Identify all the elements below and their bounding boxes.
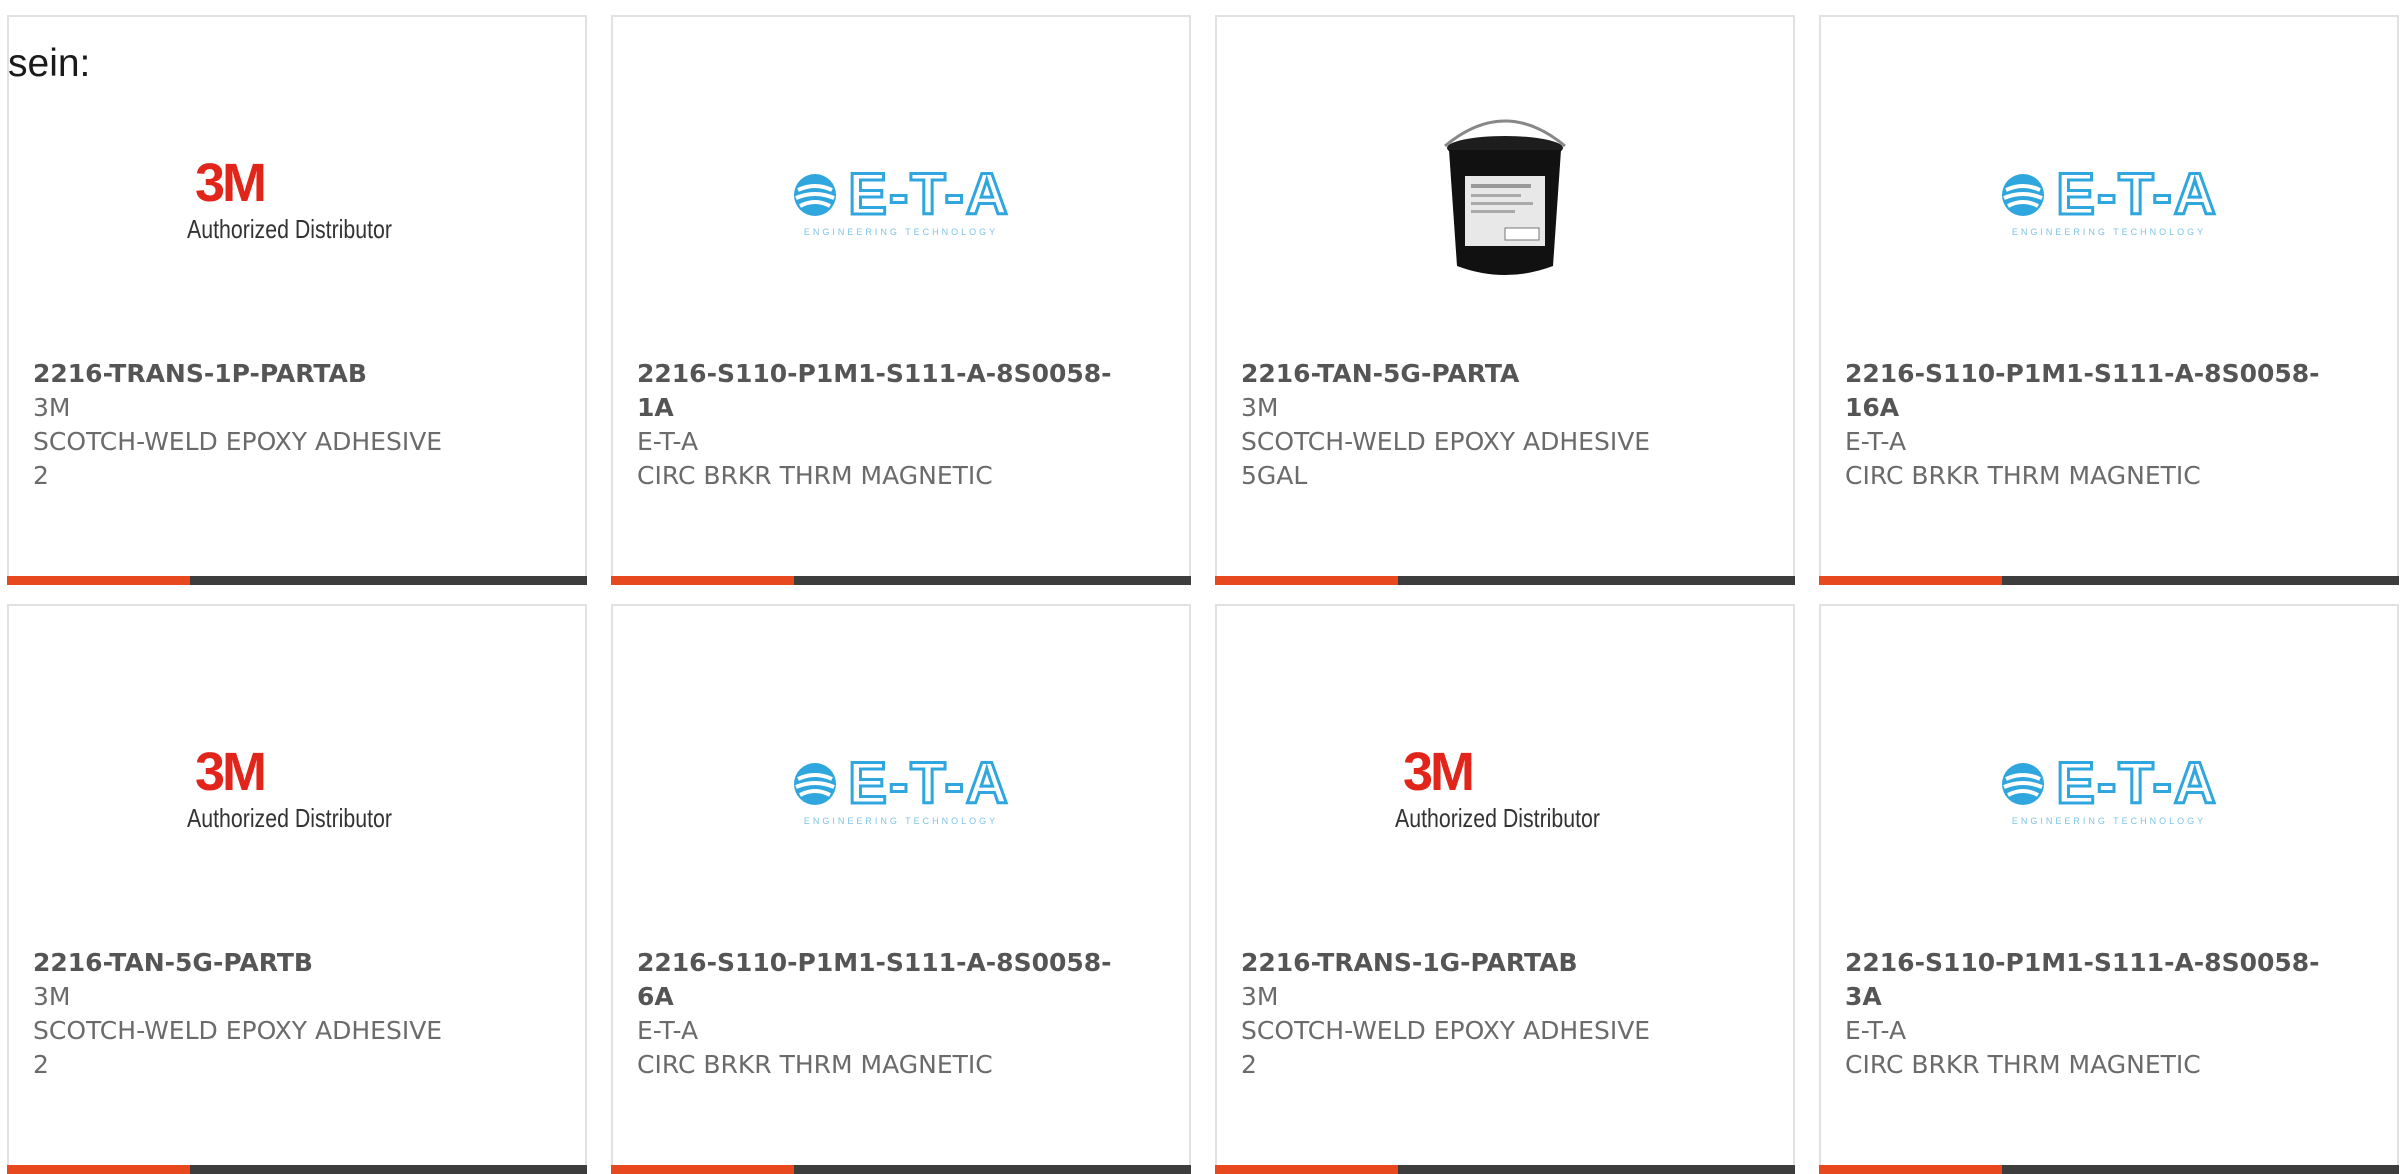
product-image[interactable]: [1217, 101, 1793, 301]
product-description: CIRC BRKR THRM MAGNETIC: [1845, 1050, 2201, 1079]
card-footer-bar: [611, 576, 1191, 585]
part-number[interactable]: 2216-TRANS-1P-PARTAB: [33, 357, 525, 391]
product-description: CIRC BRKR THRM MAGNETIC: [637, 1050, 993, 1079]
card-footer-bar: [7, 576, 587, 585]
eta-logo: E-T-A ENGINEERING TECHNOLOGY: [792, 162, 1010, 237]
product-detail: 5GAL: [1241, 461, 1308, 490]
product-detail: 2: [33, 1050, 49, 1079]
globe-icon: [2002, 763, 2045, 805]
manufacturer: E-T-A: [1845, 427, 1907, 456]
card-footer-accent: [611, 576, 794, 585]
part-number[interactable]: 2216-S110-P1M1-S111-A-8S0058-16A: [1845, 357, 2337, 425]
eta-logo-tagline: ENGINEERING TECHNOLOGY: [2011, 816, 2207, 826]
product-image[interactable]: E-T-A ENGINEERING TECHNOLOGY: [613, 690, 1189, 890]
product-description: SCOTCH-WELD EPOXY ADHESIVE: [33, 1016, 443, 1045]
product-description: CIRC BRKR THRM MAGNETIC: [637, 461, 993, 490]
product-card[interactable]: 2216-TAN-5G-PARTA 3M SCOTCH-WELD EPOXY ADH…: [1215, 15, 1795, 585]
product-image[interactable]: 3M Authorized Distributor: [9, 690, 585, 890]
3m-logo-mark: 3M: [195, 152, 267, 213]
product-info: 2216-S110-P1M1-S111-A-8S0058-3A E-T-A CIRC…: [1845, 946, 2337, 1082]
card-footer-accent: [7, 1165, 190, 1174]
card-footer-accent: [1819, 576, 2002, 585]
manufacturer: 3M: [33, 393, 71, 422]
3m-logo-subtitle: Authorized Distributor: [1395, 802, 1600, 833]
manufacturer: E-T-A: [1845, 1016, 1907, 1045]
product-card[interactable]: E-T-A ENGINEERING TECHNOLOGY 2216-S110-P1M…: [611, 604, 1191, 1174]
card-footer-accent: [1215, 576, 1398, 585]
product-card[interactable]: E-T-A ENGINEERING TECHNOLOGY 2216-S110-P1M…: [1819, 15, 2399, 585]
product-description: SCOTCH-WELD EPOXY ADHESIVE: [33, 427, 443, 456]
product-card[interactable]: 3M Authorized Distributor 2216-TAN-5G-PART…: [7, 604, 587, 1174]
card-footer-accent: [611, 1165, 794, 1174]
part-number[interactable]: 2216-TAN-5G-PARTB: [33, 946, 525, 980]
eta-logo-tagline: ENGINEERING TECHNOLOGY: [803, 227, 999, 237]
card-footer-bar: [7, 1165, 587, 1174]
part-number[interactable]: 2216-S110-P1M1-S111-A-8S0058-1A: [637, 357, 1129, 425]
card-footer-accent: [7, 576, 190, 585]
product-description: SCOTCH-WELD EPOXY ADHESIVE: [1241, 427, 1651, 456]
part-number[interactable]: 2216-S110-P1M1-S111-A-8S0058-3A: [1845, 946, 2337, 1014]
product-detail: 2: [1241, 1050, 1257, 1079]
eta-logo-tagline: ENGINEERING TECHNOLOGY: [803, 816, 999, 826]
product-card[interactable]: 3M Authorized Distributor 2216-TRANS-1G-PA…: [1215, 604, 1795, 1174]
product-card[interactable]: E-T-A ENGINEERING TECHNOLOGY 2216-S110-P1M…: [611, 15, 1191, 585]
card-footer-bar: [1819, 576, 2399, 585]
globe-icon: [2002, 174, 2045, 216]
eta-logo: E-T-A ENGINEERING TECHNOLOGY: [792, 751, 1010, 826]
product-info: 2216-S110-P1M1-S111-A-8S0058-6A E-T-A CIRC…: [637, 946, 1129, 1082]
product-image[interactable]: E-T-A ENGINEERING TECHNOLOGY: [1821, 101, 2397, 301]
eta-logo-wordmark: E-T-A: [2055, 751, 2218, 816]
part-number[interactable]: 2216-TAN-5G-PARTA: [1241, 357, 1733, 391]
eta-logo: E-T-A ENGINEERING TECHNOLOGY: [2000, 162, 2218, 237]
product-info: 2216-TAN-5G-PARTA 3M SCOTCH-WELD EPOXY ADH…: [1241, 357, 1733, 493]
globe-icon: [794, 174, 837, 216]
manufacturer: E-T-A: [637, 427, 699, 456]
product-description: SCOTCH-WELD EPOXY ADHESIVE: [1241, 1016, 1651, 1045]
card-footer-bar: [1215, 576, 1795, 585]
product-detail: 2: [33, 461, 49, 490]
3m-logo-subtitle: Authorized Distributor: [187, 802, 392, 833]
3m-logo-subtitle: Authorized Distributor: [187, 213, 392, 244]
card-footer-bar: [1215, 1165, 1795, 1174]
part-number[interactable]: 2216-S110-P1M1-S111-A-8S0058-6A: [637, 946, 1129, 1014]
card-footer-accent: [1819, 1165, 2002, 1174]
eta-logo-tagline: ENGINEERING TECHNOLOGY: [2011, 227, 2207, 237]
product-image[interactable]: 3M Authorized Distributor: [1217, 690, 1793, 890]
3m-logo-mark: 3M: [195, 741, 267, 802]
3m-logo: 3M Authorized Distributor: [1395, 741, 1615, 834]
product-image[interactable]: 3M Authorized Distributor: [9, 101, 585, 301]
globe-icon: [794, 763, 837, 805]
epoxy-bucket-image: [1444, 119, 1566, 275]
eta-logo: E-T-A ENGINEERING TECHNOLOGY: [2000, 751, 2218, 826]
product-image[interactable]: E-T-A ENGINEERING TECHNOLOGY: [1821, 690, 2397, 890]
3m-logo: 3M Authorized Distributor: [187, 741, 407, 834]
product-info: 2216-S110-P1M1-S111-A-8S0058-1A E-T-A CIRC…: [637, 357, 1129, 493]
manufacturer: E-T-A: [637, 1016, 699, 1045]
manufacturer: 3M: [1241, 393, 1279, 422]
card-footer-accent: [1215, 1165, 1398, 1174]
eta-logo-wordmark: E-T-A: [847, 751, 1010, 816]
product-card[interactable]: E-T-A ENGINEERING TECHNOLOGY 2216-S110-P1M…: [1819, 604, 2399, 1174]
product-info: 2216-TAN-5G-PARTB 3M SCOTCH-WELD EPOXY ADH…: [33, 946, 525, 1082]
manufacturer: 3M: [1241, 982, 1279, 1011]
part-number[interactable]: 2216-TRANS-1G-PARTAB: [1241, 946, 1733, 980]
product-info: 2216-TRANS-1G-PARTAB 3M SCOTCH-WELD EPOXY …: [1241, 946, 1733, 1082]
product-info: 2216-TRANS-1P-PARTAB 3M SCOTCH-WELD EPOXY …: [33, 357, 525, 493]
product-description: CIRC BRKR THRM MAGNETIC: [1845, 461, 2201, 490]
card-footer-bar: [1819, 1165, 2399, 1174]
3m-logo-mark: 3M: [1403, 741, 1475, 802]
product-grid: 3M Authorized Distributor 2216-TRANS-1P-PA…: [0, 0, 2400, 1174]
3m-logo: 3M Authorized Distributor: [187, 152, 407, 245]
eta-logo-wordmark: E-T-A: [2055, 162, 2218, 227]
intro-text: sein:: [8, 42, 91, 85]
card-footer-bar: [611, 1165, 1191, 1174]
product-card[interactable]: 3M Authorized Distributor 2216-TRANS-1P-PA…: [7, 15, 587, 585]
product-info: 2216-S110-P1M1-S111-A-8S0058-16A E-T-A CIR…: [1845, 357, 2337, 493]
manufacturer: 3M: [33, 982, 71, 1011]
product-image[interactable]: E-T-A ENGINEERING TECHNOLOGY: [613, 101, 1189, 301]
eta-logo-wordmark: E-T-A: [847, 162, 1010, 227]
